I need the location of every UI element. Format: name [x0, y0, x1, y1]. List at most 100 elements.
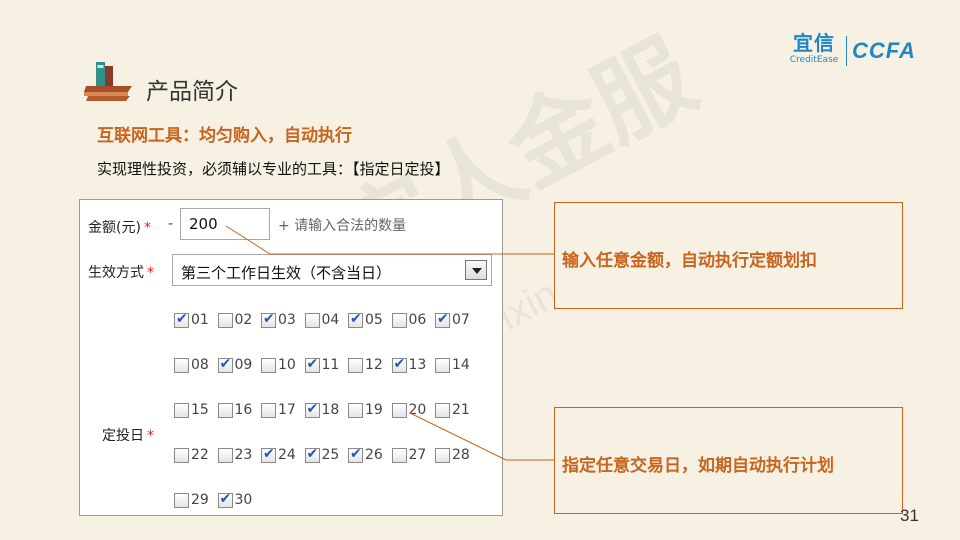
day-option[interactable]: 29: [174, 491, 209, 509]
day-option[interactable]: 16: [217, 401, 252, 419]
day-checkbox[interactable]: [435, 311, 450, 328]
day-label: 10: [278, 357, 296, 373]
day-option[interactable]: 04: [304, 311, 340, 329]
day-option[interactable]: 06: [391, 311, 427, 329]
page-title: 产品简介: [146, 79, 238, 105]
day-checkbox[interactable]: [304, 312, 320, 328]
day-option[interactable]: 09: [217, 356, 252, 374]
day-option[interactable]: 26: [348, 446, 383, 464]
amount-dash: -: [168, 216, 174, 232]
days-label-group: 定投日 *: [102, 425, 154, 445]
description: 实现理性投资，必须辅以专业的工具：【指定日定投】: [97, 160, 450, 178]
day-checkbox[interactable]: [217, 356, 233, 373]
day-option[interactable]: 23: [217, 446, 252, 464]
day-checkbox[interactable]: [435, 402, 450, 418]
day-checkbox[interactable]: [217, 312, 233, 328]
day-option[interactable]: 07: [435, 311, 470, 329]
day-label: 25: [321, 447, 340, 463]
day-option[interactable]: 17: [261, 401, 296, 419]
day-checkbox[interactable]: [174, 311, 189, 328]
day-checkbox[interactable]: [348, 357, 363, 373]
day-checkbox[interactable]: [391, 312, 407, 328]
day-label: 14: [452, 357, 470, 373]
books-icon: [84, 62, 132, 101]
day-checkbox[interactable]: [217, 491, 233, 508]
day-label: 06: [408, 312, 427, 328]
day-label: 02: [234, 312, 253, 328]
day-checkbox[interactable]: [348, 402, 363, 418]
day-option[interactable]: 22: [174, 446, 209, 464]
day-option[interactable]: 19: [348, 401, 383, 419]
day-checkbox[interactable]: [435, 357, 450, 373]
investment-form: 金额(元)* - + 请输入合法的数量 生效方式* 第三个工作日生效（不含当日）…: [79, 199, 503, 516]
day-checkbox[interactable]: [174, 447, 189, 463]
logo-divider: [846, 36, 847, 66]
day-option[interactable]: 02: [217, 311, 253, 329]
day-option[interactable]: 18: [304, 401, 340, 419]
day-option[interactable]: 30: [217, 491, 253, 509]
day-option[interactable]: 15: [174, 401, 209, 419]
day-checkbox[interactable]: [174, 492, 189, 508]
day-checkbox[interactable]: [348, 311, 363, 328]
amount-input[interactable]: [180, 208, 270, 240]
day-label: 04: [321, 312, 340, 328]
day-label: 30: [234, 492, 253, 508]
day-option[interactable]: 27: [391, 446, 427, 464]
day-checkbox[interactable]: [261, 402, 276, 418]
day-option[interactable]: 20: [391, 401, 427, 419]
day-option[interactable]: 21: [435, 401, 470, 419]
day-label: 17: [278, 402, 296, 418]
day-checkbox[interactable]: [217, 447, 233, 463]
day-checkbox[interactable]: [304, 446, 320, 463]
day-label: 27: [408, 447, 427, 463]
required-mark: *: [147, 428, 154, 444]
day-option[interactable]: 05: [348, 311, 383, 329]
day-checkbox[interactable]: [217, 402, 233, 418]
day-label: 07: [452, 312, 470, 328]
day-option[interactable]: 08: [174, 356, 209, 374]
day-label: 21: [452, 402, 470, 418]
creditease-logo-en: CreditEase: [789, 55, 839, 65]
day-checkbox[interactable]: [174, 402, 189, 418]
day-option[interactable]: 28: [435, 446, 470, 464]
effect-label: 生效方式: [88, 265, 144, 281]
day-checkbox[interactable]: [391, 356, 407, 373]
day-option[interactable]: 25: [304, 446, 340, 464]
day-option[interactable]: 01: [174, 311, 209, 329]
chevron-down-icon[interactable]: [465, 260, 487, 280]
day-label: 08: [191, 357, 209, 373]
required-mark: *: [143, 220, 151, 236]
ccfa-logo: CCFA: [852, 38, 916, 63]
day-label: 18: [321, 402, 340, 418]
day-checkbox[interactable]: [391, 402, 407, 418]
day-option[interactable]: 10: [261, 356, 296, 374]
days-callout-text: 指定任意交易日，如期自动执行计划: [562, 456, 834, 476]
day-checkbox[interactable]: [261, 357, 276, 373]
day-option[interactable]: 24: [261, 446, 296, 464]
day-label: 01: [191, 312, 209, 328]
effect-select[interactable]: 第三个工作日生效（不含当日）: [172, 254, 492, 286]
day-option[interactable]: 11: [304, 356, 339, 374]
day-label: 26: [365, 447, 383, 463]
day-checkbox[interactable]: [435, 447, 450, 463]
amount-label: 金额(元): [88, 220, 141, 236]
day-checkbox[interactable]: [391, 447, 407, 463]
day-checkbox[interactable]: [348, 446, 363, 463]
required-mark: *: [147, 265, 154, 281]
creditease-logo-cn: 宜信: [793, 31, 835, 55]
day-label: 20: [408, 402, 427, 418]
day-label: 15: [191, 402, 209, 418]
day-option[interactable]: 12: [348, 356, 383, 374]
day-option[interactable]: 03: [261, 311, 296, 329]
day-checkbox[interactable]: [304, 356, 320, 373]
day-option[interactable]: 13: [391, 356, 427, 374]
day-label: 03: [278, 312, 296, 328]
day-option[interactable]: 14: [435, 356, 470, 374]
day-checkbox[interactable]: [174, 357, 189, 373]
day-checkbox[interactable]: [304, 401, 320, 418]
creditease-logo: 宜信 CreditEase: [784, 32, 844, 66]
day-label: 05: [365, 312, 383, 328]
day-label: 13: [408, 357, 427, 373]
day-checkbox[interactable]: [261, 446, 276, 463]
day-checkbox[interactable]: [261, 311, 276, 328]
